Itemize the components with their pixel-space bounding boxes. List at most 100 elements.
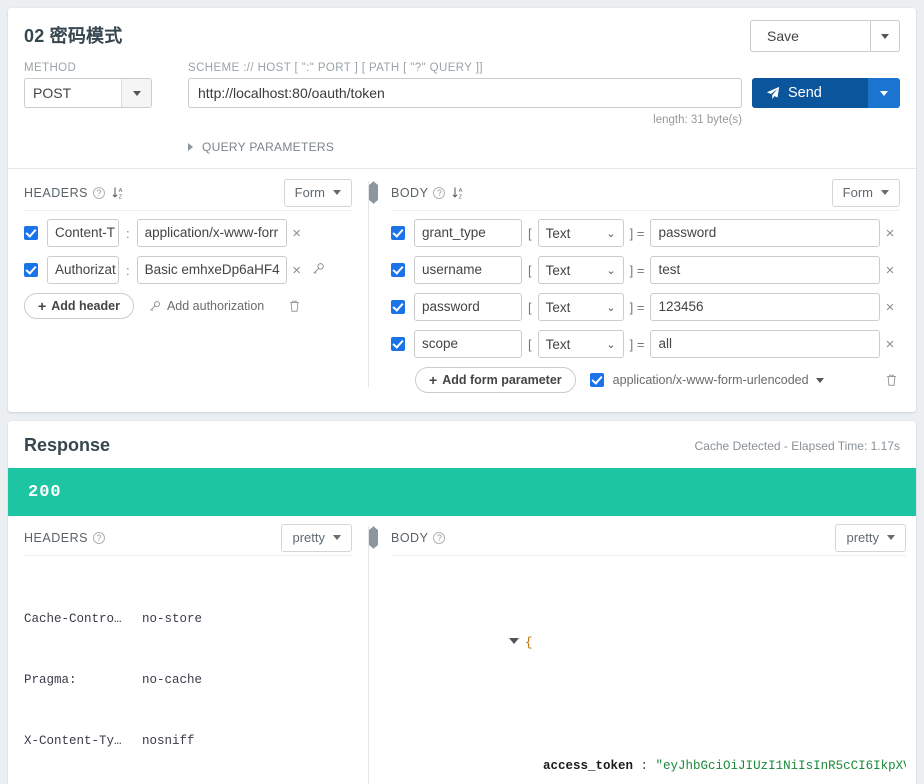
header-name-input[interactable]: Authorizat [47,256,119,284]
method-select[interactable]: POST [24,78,152,108]
chevron-down-icon: ⌄ [606,264,616,277]
save-dropdown-button[interactable] [870,20,900,52]
remove-header-icon[interactable]: × [287,262,307,279]
header-name-input[interactable]: Content-T [47,219,119,247]
form-param-name-input[interactable]: grant_type [414,219,522,247]
request-headers-pane: HEADERS ? A Z Form Content-T: applicati… [8,169,374,393]
request-panes: HEADERS ? A Z Form Content-T: applicati… [8,168,916,393]
sort-alpha-icon[interactable]: A Z [452,186,465,200]
key-icon[interactable] [307,262,329,279]
chevron-down-icon [881,190,889,195]
status-bar: 200 [8,468,916,516]
request-top: 02 密码模式 Save METHOD SCHEME :// HOST [ ":… [8,8,916,154]
sort-alpha-icon[interactable]: A Z [112,186,125,200]
json-value: "eyJhbGciOiJIUzI1NiIsInR5cCI6IkpXVCJ9.ey… [655,758,906,773]
add-form-parameter-button[interactable]: + Add form parameter [415,367,576,393]
header-row-checkbox[interactable] [24,263,38,277]
form-param-row: scope [ Text ⌄ ] = all × [391,330,900,358]
form-param-type-select[interactable]: Text ⌄ [537,293,624,321]
add-header-button[interactable]: + Add header [24,293,134,319]
request-body-mode-value: Form [842,185,873,200]
form-param-value-input[interactable]: test [650,256,880,284]
svg-text:A: A [459,188,463,194]
delete-all-form-params-icon[interactable] [885,373,898,387]
header-value-input[interactable]: Basic emhxeDp6aHF4 [136,256,287,284]
remove-form-param-icon[interactable]: × [880,336,900,353]
form-param-row: username [ Text ⌄ ] = test × [391,256,900,284]
header-value-input[interactable]: application/x-www-forr [136,219,287,247]
remove-form-param-icon[interactable]: × [880,225,900,242]
form-param-checkbox[interactable] [391,226,405,240]
form-param-type-select[interactable]: Text ⌄ [537,256,624,284]
response-headers-mode-select[interactable]: pretty [281,523,352,552]
bracket-open: [ [528,225,532,241]
content-type-checkbox[interactable] [589,373,604,387]
chevron-down-icon [132,90,141,96]
form-param-checkbox[interactable] [391,337,405,351]
header-row-checkbox[interactable] [24,226,38,240]
remove-form-param-icon[interactable]: × [880,262,900,279]
help-icon[interactable]: ? [92,531,105,544]
collapse-response-body-button[interactable] [373,526,378,549]
response-body-mode-value: pretty [846,530,879,545]
help-icon[interactable]: ? [92,186,105,199]
response-header-line: Cache-Contro… no-store [24,609,352,629]
response-panes: HEADERS ? pretty Cache-Contro… no-store … [8,516,916,784]
url-field: length: 31 byte(s) [188,78,742,126]
response-header-line: Pragma: no-cache [24,670,352,690]
header-row: Content-T : application/x-www-forr × [24,219,352,247]
form-param-type-select[interactable]: Text ⌄ [537,219,624,247]
chevron-down-icon: ⌄ [606,338,616,351]
chevron-down-icon: ⌄ [606,301,616,314]
response-headers-mode-value: pretty [292,530,325,545]
request-headers-header: HEADERS ? A Z Form [24,178,352,211]
response-headers-title: HEADERS [24,530,88,545]
chevron-right-icon [373,181,378,204]
form-param-value-input[interactable]: 123456 [650,293,880,321]
form-param-value-input[interactable]: all [650,330,880,358]
request-headers-title: HEADERS [24,185,88,200]
method-value: POST [33,85,72,101]
response-headers-header: HEADERS ? pretty [24,523,352,556]
help-icon[interactable]: ? [433,186,446,199]
collapse-json-icon[interactable] [509,638,520,645]
header-separator: : [126,262,130,278]
chevron-down-icon [880,90,888,96]
request-headers-mode-select[interactable]: Form [283,178,352,207]
svg-text:Z: Z [459,194,463,199]
status-code: 200 [28,482,62,502]
response-body-header: BODY ? pretty [391,523,906,556]
request-body-mode-select[interactable]: Form [831,178,900,207]
send-button[interactable]: Send [752,78,868,108]
chevron-down-icon[interactable] [815,377,824,383]
chevron-down-icon [333,190,341,195]
url-input[interactable] [188,78,742,108]
remove-header-icon[interactable]: × [287,225,307,242]
add-authorization-button[interactable]: Add authorization [148,299,264,313]
save-button[interactable]: Save [750,20,870,52]
query-parameters-toggle[interactable]: QUERY PARAMETERS [188,140,900,154]
bracket-open: [ [528,299,532,315]
request-card: 02 密码模式 Save METHOD SCHEME :// HOST [ ":… [8,8,916,412]
form-param-name-input[interactable]: scope [414,330,522,358]
bracket-close-equals: ] = [629,336,645,352]
chevron-down-icon [881,33,889,39]
response-body-mode-select[interactable]: pretty [835,523,906,552]
send-dropdown-button[interactable] [868,78,900,108]
url-length-text: length: 31 byte(s) [653,114,742,126]
form-param-checkbox[interactable] [391,300,405,314]
form-param-value-input[interactable]: password [650,219,880,247]
save-button-group: Save [750,20,900,52]
content-type-label: application/x-www-form-urlencoded [612,373,809,387]
form-param-checkbox[interactable] [391,263,405,277]
method-select-arrow[interactable] [121,79,151,107]
help-icon[interactable]: ? [433,531,446,544]
remove-form-param-icon[interactable]: × [880,299,900,316]
collapse-body-button[interactable] [373,181,378,204]
form-param-name-input[interactable]: username [414,256,522,284]
form-param-name-input[interactable]: password [414,293,522,321]
form-param-type-select[interactable]: Text ⌄ [537,330,624,358]
delete-all-headers-icon[interactable] [288,299,301,313]
request-body-title: BODY [391,185,429,200]
request-headers-list: Content-T : application/x-www-forr × Aut… [24,219,352,319]
